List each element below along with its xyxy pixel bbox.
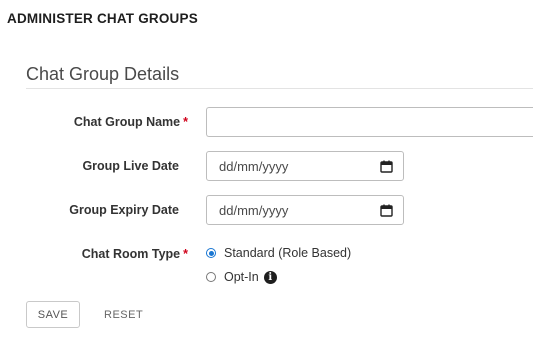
- section-divider: [26, 88, 533, 89]
- calendar-icon[interactable]: [380, 204, 393, 217]
- chat-group-name-label-text: Chat Group Name: [73, 115, 181, 129]
- radio-option-standard[interactable]: Standard (Role Based): [206, 246, 351, 260]
- radio-label-opt-in: Opt-In: [224, 270, 259, 284]
- info-icon[interactable]: i: [263, 270, 277, 284]
- chat-group-name-input[interactable]: [206, 107, 533, 137]
- chat-room-type-label: Chat Room Type *: [36, 247, 188, 261]
- radio-button-opt-in[interactable]: [206, 272, 216, 282]
- radio-option-opt-in[interactable]: Opt-In i: [206, 270, 277, 284]
- group-live-date-label: Group Live Date: [82, 159, 179, 173]
- group-expiry-date-value: dd/mm/yyyy: [219, 202, 289, 218]
- radio-button-standard[interactable]: [206, 248, 216, 258]
- group-live-date-input[interactable]: dd/mm/yyyy: [206, 151, 404, 181]
- section-title: Chat Group Details: [26, 64, 180, 84]
- required-marker: *: [183, 115, 188, 129]
- group-expiry-date-label: Group Expiry Date: [69, 203, 179, 217]
- radio-label-standard: Standard (Role Based): [224, 246, 352, 260]
- reset-button[interactable]: RESET: [96, 301, 151, 328]
- administer-chat-groups-page: ADMINISTER CHAT GROUPS Chat Group Detail…: [0, 0, 533, 364]
- page-title: ADMINISTER CHAT GROUPS: [7, 11, 198, 26]
- group-expiry-date-input[interactable]: dd/mm/yyyy: [206, 195, 404, 225]
- chat-room-type-label-text: Chat Room Type: [81, 247, 181, 261]
- calendar-icon[interactable]: [380, 160, 393, 173]
- group-live-date-value: dd/mm/yyyy: [219, 158, 289, 174]
- chat-group-name-label: Chat Group Name *: [36, 115, 188, 129]
- save-button[interactable]: SAVE: [26, 301, 80, 328]
- required-marker: *: [183, 247, 188, 261]
